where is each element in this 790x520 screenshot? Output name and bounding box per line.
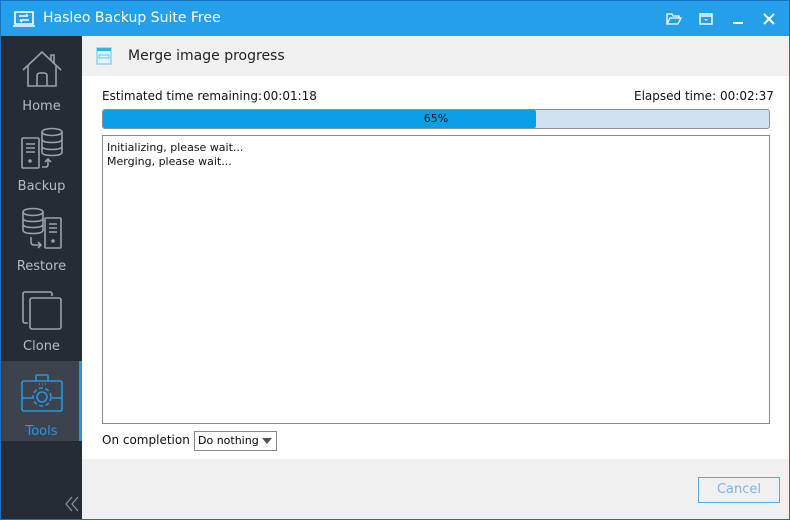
minimize-icon xyxy=(733,22,743,24)
on-completion-select[interactable]: Do nothing xyxy=(194,431,277,451)
on-completion-value: Do nothing xyxy=(198,434,259,447)
log-line: Initializing, please wait... xyxy=(107,141,244,154)
elapsed-time-label: Elapsed time: xyxy=(634,89,717,103)
progress-bar: 65% xyxy=(102,109,770,129)
log-line: Merging, please wait... xyxy=(107,155,232,168)
sidebar-item-restore[interactable]: Restore xyxy=(1,196,82,276)
restore-icon xyxy=(22,207,62,249)
sidebar-item-label: Tools xyxy=(25,424,58,439)
page-title: Merge image progress xyxy=(128,48,285,64)
estimated-time-label: Estimated time remaining: xyxy=(102,89,262,103)
close-icon xyxy=(763,13,775,25)
window-title: Hasleo Backup Suite Free xyxy=(43,10,221,26)
page-header: Merge image progress xyxy=(82,36,789,76)
tools-icon xyxy=(21,374,63,412)
sidebar-item-label: Home xyxy=(22,99,61,114)
backup-icon xyxy=(21,127,63,169)
cancel-button[interactable]: Cancel xyxy=(698,477,780,503)
sidebar: Home Backup Restore Clone Tools xyxy=(1,36,82,519)
progress-percent-text: 65% xyxy=(423,112,449,125)
sidebar-item-tools[interactable]: Tools xyxy=(1,361,82,441)
clone-icon xyxy=(22,291,62,330)
minimize-button[interactable] xyxy=(725,7,751,31)
progress-window-icon xyxy=(96,47,112,65)
app-window: Hasleo Backup Suite Free Home Backup Res… xyxy=(0,0,790,520)
close-button[interactable] xyxy=(756,7,782,31)
sidebar-item-home[interactable]: Home xyxy=(1,36,82,116)
sidebar-item-clone[interactable]: Clone xyxy=(1,276,82,356)
sidebar-item-label: Clone xyxy=(23,339,60,354)
main-panel: Merge image progress Estimated time rema… xyxy=(82,36,789,519)
sidebar-item-label: Restore xyxy=(16,259,67,274)
log-output: Initializing, please wait... Merging, pl… xyxy=(102,135,770,424)
sidebar-item-backup[interactable]: Backup xyxy=(1,116,82,196)
double-chevron-left-icon[interactable] xyxy=(65,496,79,512)
title-bar: Hasleo Backup Suite Free xyxy=(1,1,789,36)
elapsed-time-value: 00:02:37 xyxy=(720,89,774,103)
app-logo-icon xyxy=(13,11,35,27)
folder-open-icon xyxy=(666,13,682,25)
open-folder-button[interactable] xyxy=(661,7,687,31)
dropdown-arrow-icon xyxy=(262,438,272,444)
menu-dropdown-icon xyxy=(699,13,713,25)
footer-bar: Cancel xyxy=(82,459,789,519)
menu-button[interactable] xyxy=(693,7,719,31)
estimated-time-value: 00:01:18 xyxy=(263,89,317,103)
sidebar-item-label: Backup xyxy=(17,179,66,194)
home-icon xyxy=(22,50,62,87)
on-completion-label: On completion xyxy=(102,433,190,447)
